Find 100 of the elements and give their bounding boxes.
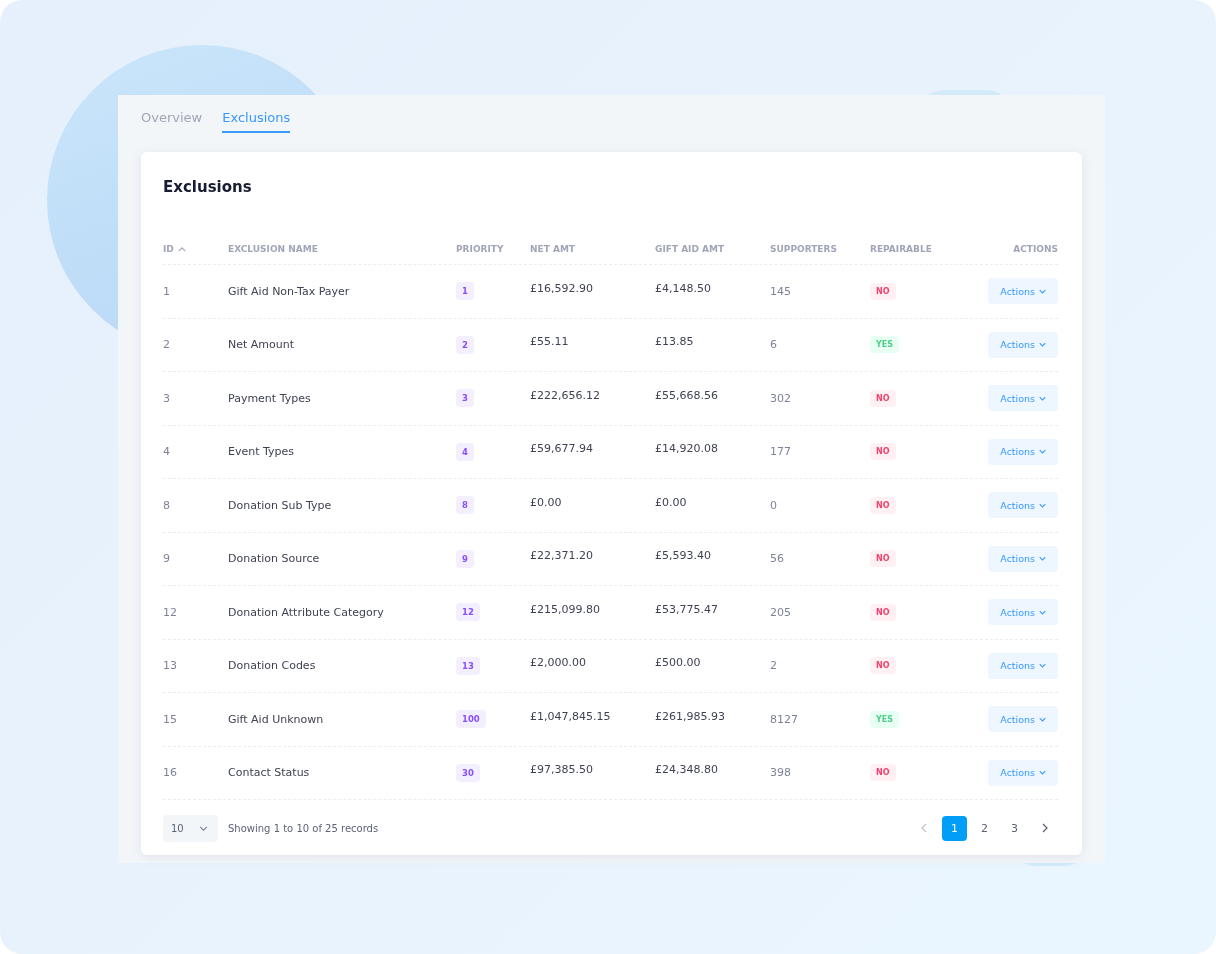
- repairable-badge: NO: [870, 496, 896, 514]
- sort-ascending-icon[interactable]: [177, 246, 186, 252]
- priority-badge: 30: [456, 763, 480, 782]
- repairable-badge: NO: [870, 657, 896, 675]
- supporters-cell: 205: [770, 605, 791, 619]
- id-cell: 16: [163, 766, 177, 780]
- id-cell: 8: [163, 498, 170, 512]
- gift-aid-amount-cell: £4,148.50: [655, 281, 711, 295]
- actions-dropdown-button[interactable]: Actions: [988, 599, 1058, 626]
- page-size-select[interactable]: 10: [163, 814, 218, 842]
- id-cell: 1: [163, 284, 170, 298]
- repairable-badge: NO: [870, 603, 896, 621]
- priority-badge: 3: [456, 389, 474, 408]
- gift-aid-amount-cell: £5,593.40: [655, 549, 711, 563]
- repairable-badge: YES: [870, 336, 900, 354]
- column-header[interactable]: SUPPORTERS: [770, 244, 837, 254]
- column-header[interactable]: GIFT AID AMT: [655, 244, 725, 254]
- supporters-cell: 56: [770, 552, 784, 566]
- repairable-badge: NO: [870, 389, 896, 407]
- priority-badge: 2: [456, 335, 474, 354]
- net-amount-cell: £16,592.90: [530, 281, 593, 295]
- chevron-down-icon: [1039, 556, 1046, 562]
- tab[interactable]: Overview: [141, 95, 203, 133]
- actions-dropdown-button[interactable]: Actions: [988, 652, 1058, 679]
- net-amount-cell: £97,385.50: [530, 763, 593, 777]
- repairable-badge: NO: [870, 550, 896, 568]
- chevron-down-icon: [1039, 288, 1046, 294]
- actions-dropdown-button[interactable]: Actions: [988, 438, 1058, 465]
- id-cell: 13: [163, 659, 177, 673]
- repairable-badge: YES: [870, 710, 900, 728]
- column-header[interactable]: REPAIRABLE: [870, 244, 932, 254]
- actions-dropdown-button[interactable]: Actions: [988, 331, 1058, 358]
- actions-dropdown-button[interactable]: Actions: [988, 385, 1058, 412]
- chevron-down-icon: [1039, 663, 1046, 669]
- net-amount-cell: £0.00: [530, 495, 562, 509]
- net-amount-cell: £22,371.20: [530, 549, 593, 563]
- column-header[interactable]: NET AMT: [530, 244, 575, 254]
- id-cell: 9: [163, 552, 170, 566]
- name-cell: Net Amount: [228, 338, 295, 352]
- id-cell: 3: [163, 391, 170, 405]
- name-cell: Gift Aid Non-Tax Payer: [228, 284, 350, 298]
- net-amount-cell: £2,000.00: [530, 656, 586, 670]
- net-amount-cell: £59,677.94: [530, 442, 593, 456]
- priority-badge: 4: [456, 442, 474, 461]
- repairable-badge: NO: [870, 764, 896, 782]
- column-header[interactable]: EXCLUSION NAME: [228, 244, 318, 254]
- name-cell: Donation Codes: [228, 659, 316, 673]
- id-cell: 2: [163, 338, 170, 352]
- priority-badge: 100: [456, 710, 486, 729]
- repairable-badge: NO: [870, 443, 896, 461]
- name-cell: Donation Source: [228, 552, 320, 566]
- column-header[interactable]: PRIORITY: [456, 244, 504, 254]
- actions-dropdown-button[interactable]: Actions: [988, 278, 1058, 305]
- chevron-down-icon: [1039, 770, 1046, 776]
- gift-aid-amount-cell: £13.85: [655, 335, 694, 349]
- net-amount-cell: £1,047,845.15: [530, 709, 611, 723]
- name-cell: Contact Status: [228, 766, 310, 780]
- net-amount-cell: £222,656.12: [530, 388, 600, 402]
- name-cell: Donation Attribute Category: [228, 605, 384, 619]
- supporters-cell: 302: [770, 391, 791, 405]
- gift-aid-amount-cell: £500.00: [655, 656, 701, 670]
- supporters-cell: 398: [770, 766, 791, 780]
- gift-aid-amount-cell: £261,985.93: [655, 709, 725, 723]
- page-button[interactable]: 2: [972, 815, 997, 841]
- gift-aid-amount-cell: £14,920.08: [655, 442, 718, 456]
- priority-badge: 12: [456, 603, 480, 622]
- previous-page-icon[interactable]: [921, 823, 927, 833]
- name-cell: Payment Types: [228, 391, 311, 405]
- supporters-cell: 177: [770, 445, 791, 459]
- column-header[interactable]: ID: [163, 244, 174, 254]
- chevron-down-icon: [1039, 716, 1046, 722]
- chevron-down-icon: [1039, 449, 1046, 455]
- chevron-down-icon: [199, 825, 208, 831]
- card-title: Exclusions: [163, 178, 253, 198]
- next-page-icon[interactable]: [1042, 823, 1048, 833]
- repairable-badge: NO: [870, 282, 896, 300]
- chevron-down-icon: [1039, 395, 1046, 401]
- id-cell: 12: [163, 605, 177, 619]
- supporters-cell: 2: [770, 659, 777, 673]
- gift-aid-amount-cell: £55,668.56: [655, 388, 718, 402]
- supporters-cell: 8127: [770, 712, 798, 726]
- id-cell: 4: [163, 445, 170, 459]
- supporters-cell: 0: [770, 498, 777, 512]
- actions-dropdown-button[interactable]: Actions: [988, 545, 1058, 572]
- name-cell: Event Types: [228, 445, 294, 459]
- actions-dropdown-button[interactable]: Actions: [988, 759, 1058, 786]
- gift-aid-amount-cell: £53,775.47: [655, 602, 718, 616]
- page-button[interactable]: 3: [1002, 815, 1027, 841]
- priority-badge: 1: [456, 282, 474, 301]
- records-summary: Showing 1 to 10 of 25 records: [228, 822, 379, 834]
- tab[interactable]: Exclusions: [222, 95, 291, 133]
- page-button[interactable]: 1: [942, 815, 967, 841]
- actions-dropdown-button[interactable]: Actions: [988, 492, 1058, 519]
- column-header[interactable]: ACTIONS: [1013, 244, 1058, 254]
- id-cell: 15: [163, 712, 177, 726]
- priority-badge: 13: [456, 656, 480, 675]
- supporters-cell: 145: [770, 284, 791, 298]
- priority-badge: 9: [456, 549, 474, 568]
- actions-dropdown-button[interactable]: Actions: [988, 706, 1058, 733]
- chevron-down-icon: [1039, 502, 1046, 508]
